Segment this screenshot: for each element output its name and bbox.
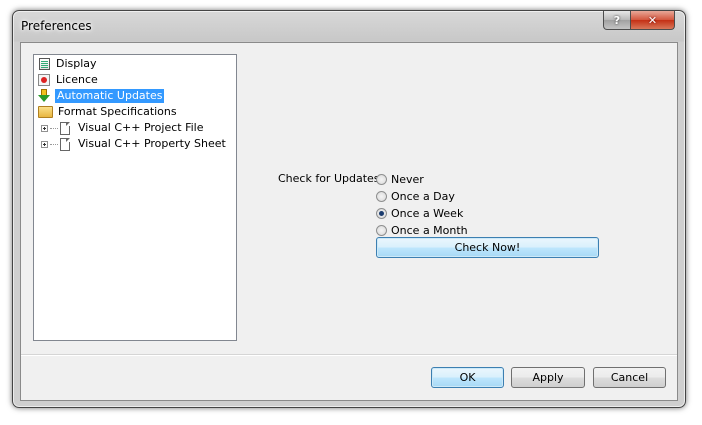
update-icon: [38, 89, 52, 103]
dialog-client-area: Display Licence Automatic Updates Format…: [20, 42, 678, 401]
help-icon: ?: [613, 13, 621, 27]
radio-button-checked[interactable]: [376, 207, 387, 219]
radio-button[interactable]: [376, 173, 387, 185]
expand-icon[interactable]: [41, 124, 48, 132]
footer-divider: [21, 354, 677, 356]
radio-label: Once a Week: [391, 206, 464, 220]
tree-item-display[interactable]: Display: [38, 56, 99, 72]
radio-once-a-week[interactable]: Once a Week: [376, 205, 463, 221]
licence-icon: [38, 74, 50, 86]
tree-item-label: Visual C++ Property Sheet: [78, 137, 226, 150]
tree-item-label: Visual C++ Project File: [78, 121, 204, 134]
preferences-tree[interactable]: Display Licence Automatic Updates Format…: [33, 54, 237, 341]
check-for-updates-label: Check for Updates: [278, 172, 380, 185]
check-now-button[interactable]: Check Now!: [376, 237, 599, 258]
tree-item-visual-cpp-project-file[interactable]: Visual C++ Project File: [41, 120, 206, 136]
tree-item-licence[interactable]: Licence: [38, 72, 100, 88]
close-icon: ✕: [647, 13, 658, 27]
tree-item-label: Licence: [56, 73, 98, 86]
tree-item-label: Automatic Updates: [55, 89, 165, 103]
tree-item-label: Display: [56, 57, 97, 70]
file-icon: [60, 121, 70, 135]
radio-once-a-day[interactable]: Once a Day: [376, 188, 455, 204]
tree-connector: [50, 127, 58, 129]
cancel-button[interactable]: Cancel: [593, 367, 666, 388]
file-icon: [60, 137, 70, 151]
help-button[interactable]: ?: [603, 11, 631, 30]
tree-connector: [50, 143, 58, 145]
preferences-window: Preferences ? ✕ Display Licence Automati…: [12, 10, 686, 408]
close-button[interactable]: ✕: [630, 11, 675, 30]
radio-button[interactable]: [376, 224, 387, 236]
folder-icon: [38, 106, 53, 118]
radio-once-a-month[interactable]: Once a Month: [376, 222, 468, 238]
radio-label: Once a Month: [391, 223, 468, 237]
tree-item-automatic-updates[interactable]: Automatic Updates: [38, 88, 165, 104]
tree-item-format-specifications[interactable]: Format Specifications: [38, 104, 179, 120]
radio-label: Once a Day: [391, 189, 455, 203]
apply-button[interactable]: Apply: [511, 367, 585, 388]
title-bar[interactable]: Preferences ? ✕: [13, 11, 685, 42]
expand-icon[interactable]: [41, 140, 48, 148]
radio-label: Never: [391, 172, 424, 186]
radio-button[interactable]: [376, 190, 387, 202]
display-icon: [39, 58, 50, 70]
tree-item-label: Format Specifications: [58, 105, 177, 118]
tree-item-visual-cpp-property-sheet[interactable]: Visual C++ Property Sheet: [41, 136, 228, 152]
radio-never[interactable]: Never: [376, 171, 424, 187]
window-title: Preferences: [21, 19, 92, 33]
ok-button[interactable]: OK: [431, 367, 504, 388]
